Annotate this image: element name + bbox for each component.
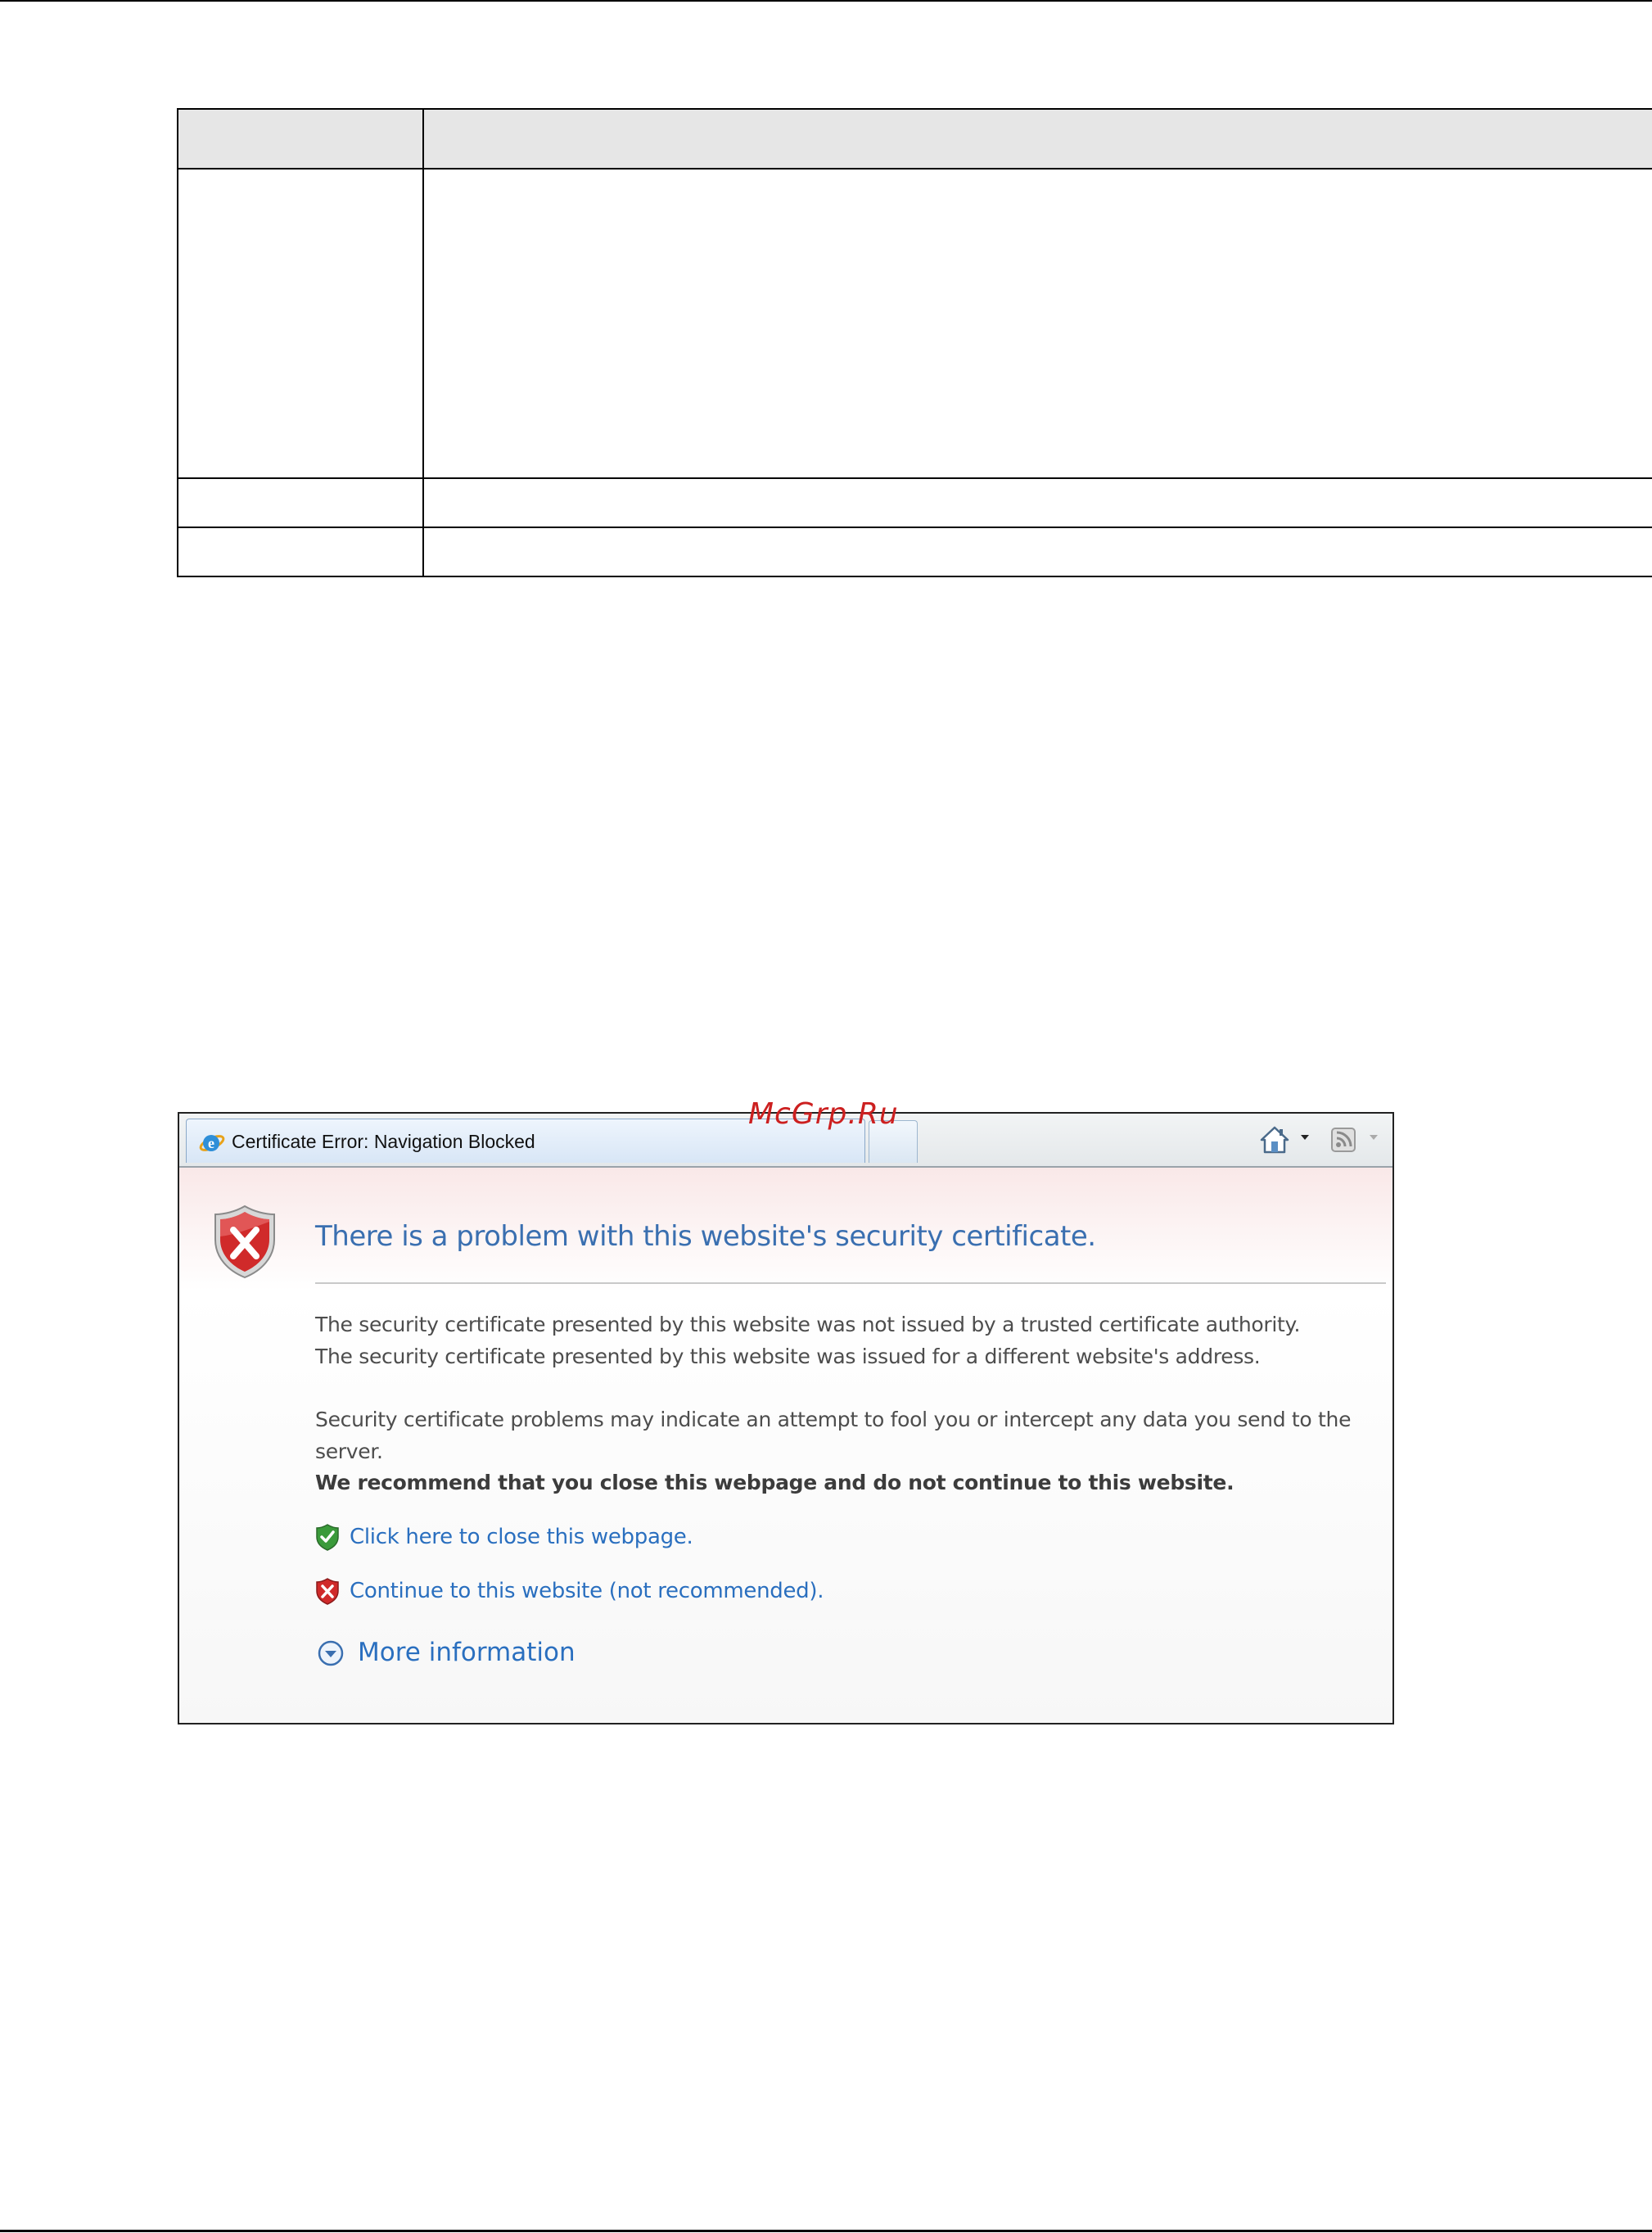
table-row xyxy=(177,168,1652,479)
divider xyxy=(315,1282,1386,1284)
home-icon[interactable] xyxy=(1258,1123,1291,1155)
close-webpage-link-text[interactable]: Click here to close this webpage. xyxy=(350,1525,693,1549)
chevron-down-icon[interactable] xyxy=(1368,1132,1379,1143)
error-title: There is a problem with this website's s… xyxy=(315,1220,1096,1253)
error-page: There is a problem with this website's s… xyxy=(179,1168,1392,1723)
green-check-shield-icon xyxy=(316,1524,339,1551)
table-cell xyxy=(422,168,1652,479)
table-row xyxy=(177,527,1652,577)
more-information-text[interactable]: More information xyxy=(358,1638,575,1667)
svg-text:e: e xyxy=(208,1135,214,1151)
expand-chevron-icon xyxy=(318,1640,344,1666)
table-header-cell xyxy=(177,108,424,170)
table-row xyxy=(177,477,1652,528)
chevron-down-icon[interactable] xyxy=(1299,1132,1311,1143)
recommendation-text: We recommend that you close this webpage… xyxy=(315,1471,1234,1494)
red-x-shield-icon xyxy=(316,1578,339,1605)
error-shield-icon xyxy=(214,1205,275,1279)
ie-logo-icon: e xyxy=(199,1135,225,1151)
description-line: The security certificate presented by th… xyxy=(315,1345,1261,1368)
table-cell xyxy=(422,527,1652,577)
table-header-row xyxy=(177,108,1652,170)
empty-table xyxy=(177,108,1652,577)
error-description: The security certificate presented by th… xyxy=(315,1309,1379,1372)
table-cell xyxy=(422,477,1652,528)
tab-title: Certificate Error: Navigation Blocked xyxy=(232,1131,535,1152)
watermark: McGrp.Ru xyxy=(748,1097,899,1131)
table-cell xyxy=(177,168,424,479)
table-header-cell xyxy=(422,108,1652,170)
bottom-rule xyxy=(0,2230,1652,2232)
top-rule xyxy=(0,0,1652,2)
security-warning-text: Security certificate problems may indica… xyxy=(315,1408,1352,1463)
description-line: The security certificate presented by th… xyxy=(315,1313,1301,1336)
table-cell xyxy=(177,527,424,577)
table-cell xyxy=(177,477,424,528)
feeds-icon[interactable] xyxy=(1330,1127,1356,1153)
browser-window: e Certificate Error: Navigation Blocked xyxy=(178,1112,1394,1724)
continue-website-link-text[interactable]: Continue to this website (not recommende… xyxy=(350,1579,824,1603)
